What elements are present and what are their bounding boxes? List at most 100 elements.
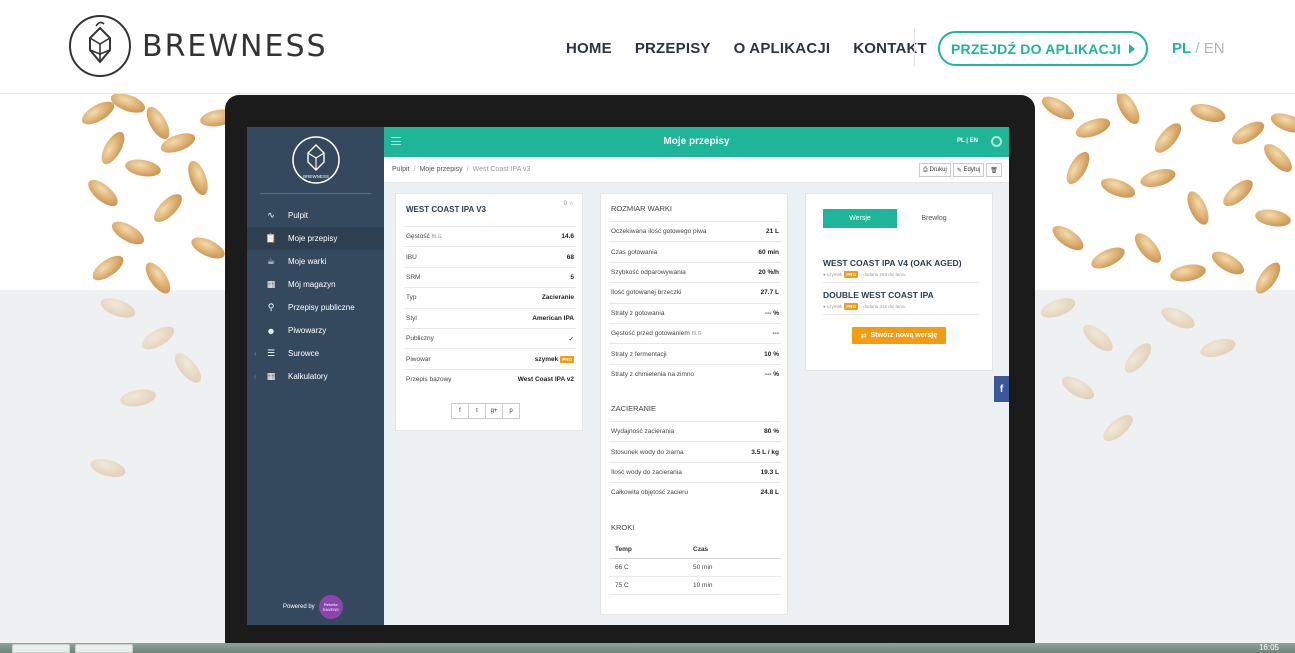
table-row: Całkowita objętość zacieru 24.8 L	[609, 482, 781, 502]
powered-by-label: Powered by	[283, 604, 315, 610]
row-value: --- %	[764, 309, 779, 317]
trash-icon: 🗑	[990, 167, 998, 174]
nav-contact[interactable]: KONTAKT	[853, 40, 927, 57]
taskbar-app-button[interactable]	[75, 644, 133, 653]
breadcrumb-dashboard[interactable]: Pulpit	[392, 166, 410, 173]
chevron-left-icon: ‹	[254, 372, 257, 381]
row-unit: BLG	[431, 234, 442, 241]
breadcrumb-bar: Pulpit / Moje przepisy / West Coast IPA v3 ⎙…	[384, 157, 1009, 183]
batch-card: ROZMIAR WARKI Oczekiwana ilość gotowego …	[600, 193, 788, 615]
go-to-app-button[interactable]: PRZEJDŹ DO APLIKACJI	[938, 31, 1148, 66]
share-buttons: f t g+ p	[451, 403, 520, 419]
site-header: BREWNESS HOME PRZEPISY O APLIKACJI KONTA…	[0, 0, 1295, 94]
breadcrumb-my-recipes[interactable]: Moje przepisy	[419, 166, 462, 173]
layers-icon: ☰	[266, 348, 276, 358]
sidebar-item-search[interactable]: ⚲ Przepisy publiczne	[247, 296, 384, 319]
version-author[interactable]: szymek	[827, 304, 842, 309]
sidebar-item-warehouse[interactable]: ▦ Mój magazyn	[247, 273, 384, 296]
row-value: 5	[570, 273, 574, 281]
row-label: Ilość wody do zacierania	[611, 468, 682, 476]
table-row: Straty z chmielenia na zimno --- %	[609, 363, 781, 384]
row-value[interactable]: szymek	[535, 356, 559, 363]
ravens-logo[interactable]: Rebelia RAVENS	[318, 595, 343, 619]
version-author[interactable]: szymek	[827, 272, 842, 277]
table-row: IBU 68	[404, 246, 576, 266]
main-nav: HOME PRZEPISY O APLIKACJI KONTAKT	[566, 40, 950, 57]
table-row: Straty z fermentacji 10 %	[609, 343, 781, 363]
taskbar-app-button[interactable]	[12, 644, 70, 653]
version-added: dodano 263 dni temu	[863, 272, 906, 277]
row-value: West Coast IPA v2	[517, 375, 574, 383]
row-value: American IPA	[532, 314, 574, 322]
beer-icon: ☕	[266, 256, 276, 266]
google-plus-share-icon[interactable]: g+	[485, 403, 503, 419]
table-row: Szybkość odparowywania 20 %/h	[609, 261, 781, 282]
lang-en[interactable]: EN	[1204, 40, 1225, 57]
version-title[interactable]: WEST COAST IPA V4 (OAK AGED)	[823, 258, 979, 268]
nav-about[interactable]: O APLIKACJI	[734, 40, 831, 57]
delete-button[interactable]: 🗑	[986, 163, 1002, 177]
search-icon: ⚲	[267, 302, 275, 312]
row-value: 20 %/h	[758, 268, 779, 276]
gear-icon[interactable]	[991, 136, 1002, 147]
lang-pl[interactable]: PL	[1172, 40, 1191, 57]
list-item[interactable]: DOUBLE WEST COAST IPA ● szymek PRO ○ doda…	[823, 290, 979, 315]
table-row: Stosunek wody do ziarna 3.5 L / kg	[609, 441, 781, 461]
pinterest-share-icon[interactable]: p	[502, 403, 520, 419]
row-value: 68	[566, 253, 574, 261]
row-label: Straty z gotowania	[611, 309, 665, 317]
row-value: 3.5 L / kg	[751, 448, 779, 456]
facebook-share-icon[interactable]: f	[451, 403, 469, 419]
row-value: Zacieranie	[541, 294, 574, 302]
row-value: ✓	[568, 335, 574, 343]
create-version-button[interactable]: ⇄ Stwórz nową wersję	[852, 327, 946, 344]
version-added: dodano 315 dni temu	[863, 304, 906, 309]
step-temp: 75 C	[615, 582, 629, 589]
sidebar-item-calculator[interactable]: ‹ ▦ Kalkulatory	[247, 365, 384, 388]
nav-home[interactable]: HOME	[566, 40, 612, 57]
tab-brewlog[interactable]: Brewlog	[897, 209, 971, 228]
pro-badge: PRO	[844, 271, 858, 278]
shuffle-icon: ⇄	[860, 332, 871, 340]
rating-stars[interactable]: 0 ☆	[564, 200, 574, 207]
row-label: Publiczny	[406, 335, 434, 343]
row-label: SRM	[406, 273, 421, 281]
row-label: Oczekiwana ilość gotowego piwa	[611, 228, 707, 236]
twitter-share-icon[interactable]: t	[468, 403, 486, 419]
mash-details: Wydajność zacierania 80 % Stosunek wody do…	[609, 421, 781, 503]
list-item[interactable]: WEST COAST IPA V4 (OAK AGED) ● szymek PRO…	[823, 258, 979, 283]
sidebar-item-beer[interactable]: ☕ Moje warki	[247, 250, 384, 273]
table-row: Wydajność zacierania 80 %	[609, 421, 781, 441]
sidebar-item-clipboard[interactable]: 📋 Moje przepisy	[247, 227, 384, 250]
batch-size-title: ROZMIAR WARKI	[611, 204, 672, 213]
sidebar-item-label: Moje warki	[288, 257, 327, 266]
row-value: 14.6	[561, 233, 574, 241]
table-row: Gęstość przed gotowaniem BLG ---	[609, 322, 781, 343]
clipboard-icon: 📋	[265, 233, 277, 243]
pencil-icon: ✎	[956, 167, 964, 174]
row-value: 10 %	[764, 350, 779, 358]
sidebar-item-users[interactable]: ☻ Piwowarzy	[247, 319, 384, 342]
edit-label: Edytuj	[963, 167, 981, 173]
table-row: Przepis bazowy West Coast IPA v2	[404, 368, 576, 389]
sidebar-item-layers[interactable]: ‹ ☰ Surowce	[247, 342, 384, 365]
print-button[interactable]: ⎙ Drukuj	[919, 163, 951, 177]
row-value: 24.8 L	[760, 489, 779, 497]
version-title[interactable]: DOUBLE WEST COAST IPA	[823, 290, 979, 300]
table-row: Oczekiwana ilość gotowego piwa 21 L	[609, 221, 781, 241]
app-language-switch[interactable]: PL | EN	[957, 138, 978, 144]
taskbar-clock: 16:05	[1258, 643, 1279, 652]
tab-versions[interactable]: Wersje	[823, 209, 897, 228]
breadcrumb-separator: /	[413, 166, 416, 173]
table-row: Ilość wody do zacierania 19.3 L	[609, 461, 781, 482]
nav-divider	[914, 28, 915, 66]
sidebar-item-rss[interactable]: ∿ Pulpit	[247, 204, 384, 227]
brand[interactable]: BREWNESS	[68, 14, 328, 78]
row-label: Styl	[406, 314, 417, 322]
facebook-side-tab[interactable]: f	[994, 376, 1009, 402]
row-label: Czas gotowania	[611, 248, 658, 256]
nav-recipes[interactable]: PRZEPISY	[635, 40, 711, 57]
edit-button[interactable]: ✎ Edytuj	[952, 163, 985, 177]
create-version-label: Stwórz nową wersję	[870, 332, 938, 339]
rss-icon: ∿	[267, 210, 275, 220]
